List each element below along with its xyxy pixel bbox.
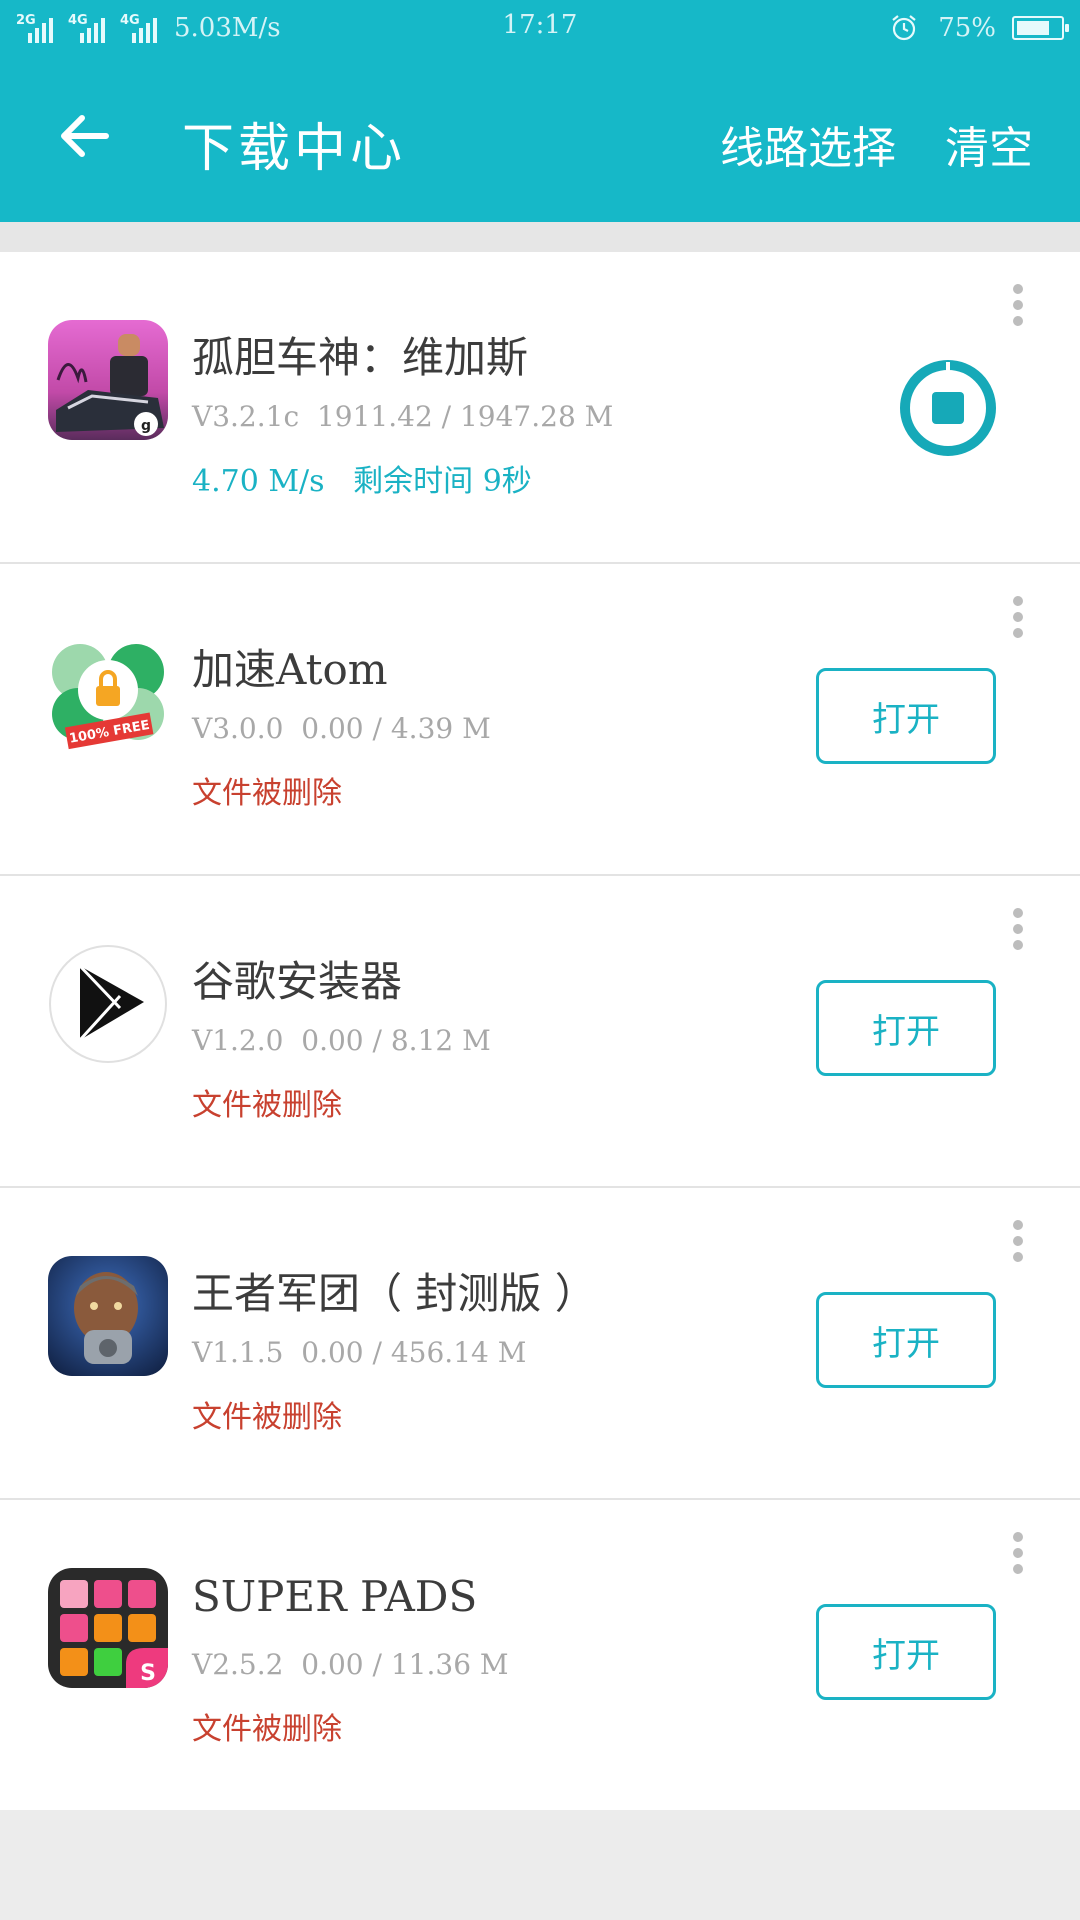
app-version: V2.5.2 (192, 1648, 284, 1681)
file-deleted-status: 文件被删除 (192, 1088, 342, 1123)
route-select-button[interactable]: 线路选择 (720, 112, 896, 176)
download-progress: 0.00 / 456.14 M (301, 1336, 527, 1369)
app-meta: V2.5.2 0.00 / 11.36 M (192, 1648, 509, 1681)
status-right: 75% (890, 8, 1069, 48)
open-button[interactable]: 打开 (816, 1292, 996, 1388)
atom-vpn-icon: 100% FREE (48, 632, 168, 752)
pause-download-button[interactable] (898, 358, 998, 458)
app-name: 王者军团（ 封测版 ） (192, 1269, 597, 1318)
download-speed: 4.70 M/s (192, 464, 325, 499)
file-deleted-status: 文件被删除 (192, 1712, 342, 1747)
app-name: 谷歌安装器 (192, 957, 403, 1006)
download-item[interactable]: S SUPER PADS V2.5.2 0.00 / 11.36 M 文件被删除… (0, 1500, 1080, 1810)
svg-text:g: g (141, 418, 151, 434)
gangstar-vegas-icon: g (48, 320, 168, 440)
app-meta: V1.1.5 0.00 / 456.14 M (192, 1336, 526, 1369)
more-options-icon[interactable] (1005, 596, 1031, 640)
app-version: V1.1.5 (192, 1336, 284, 1369)
download-status: 4.70 M/s 剩余时间 9秒 (192, 456, 532, 500)
battery-icon (1012, 16, 1069, 40)
header-gap (0, 222, 1080, 252)
open-button[interactable]: 打开 (816, 980, 996, 1076)
status-bar: 2G 4G 4G 5.03M/s 17:17 75% (0, 0, 1080, 56)
page-title: 下载中心 (182, 119, 407, 179)
soldier-game-icon (48, 1256, 168, 1376)
app-meta: V3.0.0 0.00 / 4.39 M (192, 712, 491, 745)
battery-fill (1017, 21, 1049, 35)
open-button[interactable]: 打开 (816, 1604, 996, 1700)
more-options-icon[interactable] (1005, 1532, 1031, 1576)
download-progress: 0.00 / 11.36 M (301, 1648, 509, 1681)
more-options-icon[interactable] (1005, 908, 1031, 952)
remaining-time: 剩余时间 9秒 (353, 464, 532, 499)
more-options-icon[interactable] (1005, 1220, 1031, 1264)
open-button[interactable]: 打开 (816, 668, 996, 764)
download-item[interactable]: 王者军团（ 封测版 ） V1.1.5 0.00 / 456.14 M 文件被删除… (0, 1188, 1080, 1500)
download-progress: 1911.42 / 1947.28 M (316, 400, 614, 433)
app-version: V3.2.1c (192, 400, 300, 433)
super-pads-logo-text: S (140, 1661, 156, 1686)
download-progress: 0.00 / 4.39 M (301, 712, 491, 745)
download-item[interactable]: g 孤胆车神：维加斯 V3.2.1c 1911.42 / 1947.28 M 4… (0, 252, 1080, 564)
more-options-icon[interactable] (1005, 284, 1031, 328)
app-bar: 下载中心 线路选择 清空 (0, 56, 1080, 222)
download-item[interactable]: 100% FREE 加速Atom V3.0.0 0.00 / 4.39 M 文件… (0, 564, 1080, 876)
clear-button[interactable]: 清空 (945, 112, 1033, 176)
battery-percent: 75% (938, 13, 996, 43)
back-arrow-icon[interactable] (56, 108, 112, 164)
download-progress: 0.00 / 8.12 M (301, 1024, 491, 1057)
file-deleted-status: 文件被删除 (192, 776, 342, 811)
play-store-icon (48, 944, 168, 1064)
app-meta: V1.2.0 0.00 / 8.12 M (192, 1024, 491, 1057)
app-meta: V3.2.1c 1911.42 / 1947.28 M (192, 400, 613, 433)
app-name: SUPER PADS (192, 1572, 478, 1621)
app-version: V1.2.0 (192, 1024, 284, 1057)
download-list: g 孤胆车神：维加斯 V3.2.1c 1911.42 / 1947.28 M 4… (0, 252, 1080, 1810)
app-version: V3.0.0 (192, 712, 284, 745)
download-item[interactable]: 谷歌安装器 V1.2.0 0.00 / 8.12 M 文件被删除 打开 (0, 876, 1080, 1188)
app-name: 孤胆车神：维加斯 (192, 333, 529, 382)
super-pads-icon: S (48, 1568, 168, 1688)
file-deleted-status: 文件被删除 (192, 1400, 342, 1435)
alarm-icon (892, 15, 916, 41)
app-name: 加速Atom (192, 645, 388, 694)
